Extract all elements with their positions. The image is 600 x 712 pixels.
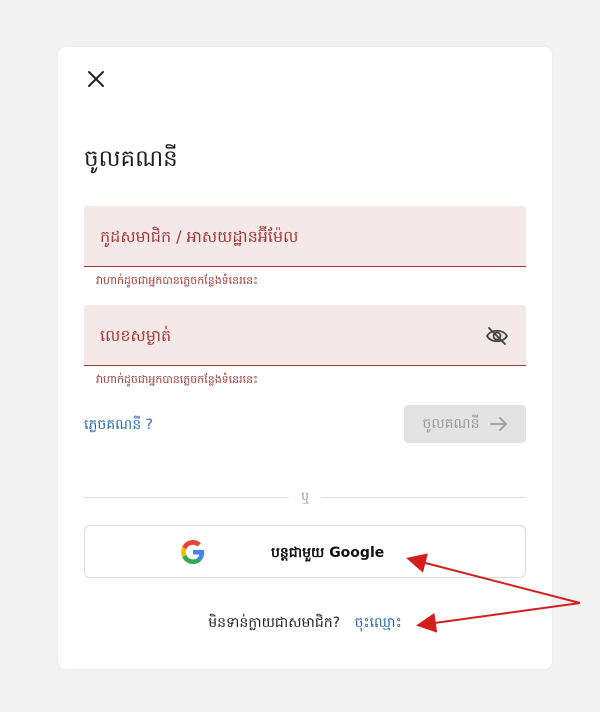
eye-off-icon[interactable] (484, 323, 510, 349)
password-field-error: វាហាក់ដូចជាអ្នកបានភ្លេចកន្លែងទំនេរនេះ (96, 373, 258, 386)
google-button-label: បន្តជាមួយ Google (271, 545, 385, 561)
arrow-right-icon (489, 417, 507, 431)
member-code-email-field[interactable] (84, 206, 526, 267)
page-title: ចូលគណនី (84, 146, 178, 172)
divider-line-left (84, 496, 290, 498)
password-input[interactable] (84, 305, 526, 365)
signup-question: មិនទាន់ក្លាយជាសមាជិក? (208, 615, 341, 631)
google-logo-icon (181, 540, 205, 564)
divider-line-right (320, 496, 526, 498)
signup-prompt: មិនទាន់ក្លាយជាសមាជិក? ចុះឈ្មោះ (58, 613, 552, 634)
login-button-label: ចូលគណនី (422, 415, 480, 432)
member-code-email-input[interactable] (84, 206, 526, 266)
login-button[interactable]: ចូលគណនី (404, 405, 526, 443)
google-signin-button[interactable]: បន្តជាមួយ Google (84, 525, 526, 578)
close-icon[interactable] (84, 67, 108, 91)
forgot-account-link[interactable]: ភ្លេចគណនី ? (84, 415, 153, 436)
signup-link[interactable]: ចុះឈ្មោះ (355, 615, 402, 631)
or-divider: ឬ (84, 489, 526, 505)
login-dialog: ចូលគណនី វាហាក់ដូចជាអ្នកបានភ្លេចកន្លែងទំន… (58, 47, 552, 669)
password-field[interactable] (84, 305, 526, 366)
divider-text: ឬ (301, 489, 309, 503)
member-field-error: វាហាក់ដូចជាអ្នកបានភ្លេចកន្លែងទំនេរនេះ (96, 274, 258, 287)
